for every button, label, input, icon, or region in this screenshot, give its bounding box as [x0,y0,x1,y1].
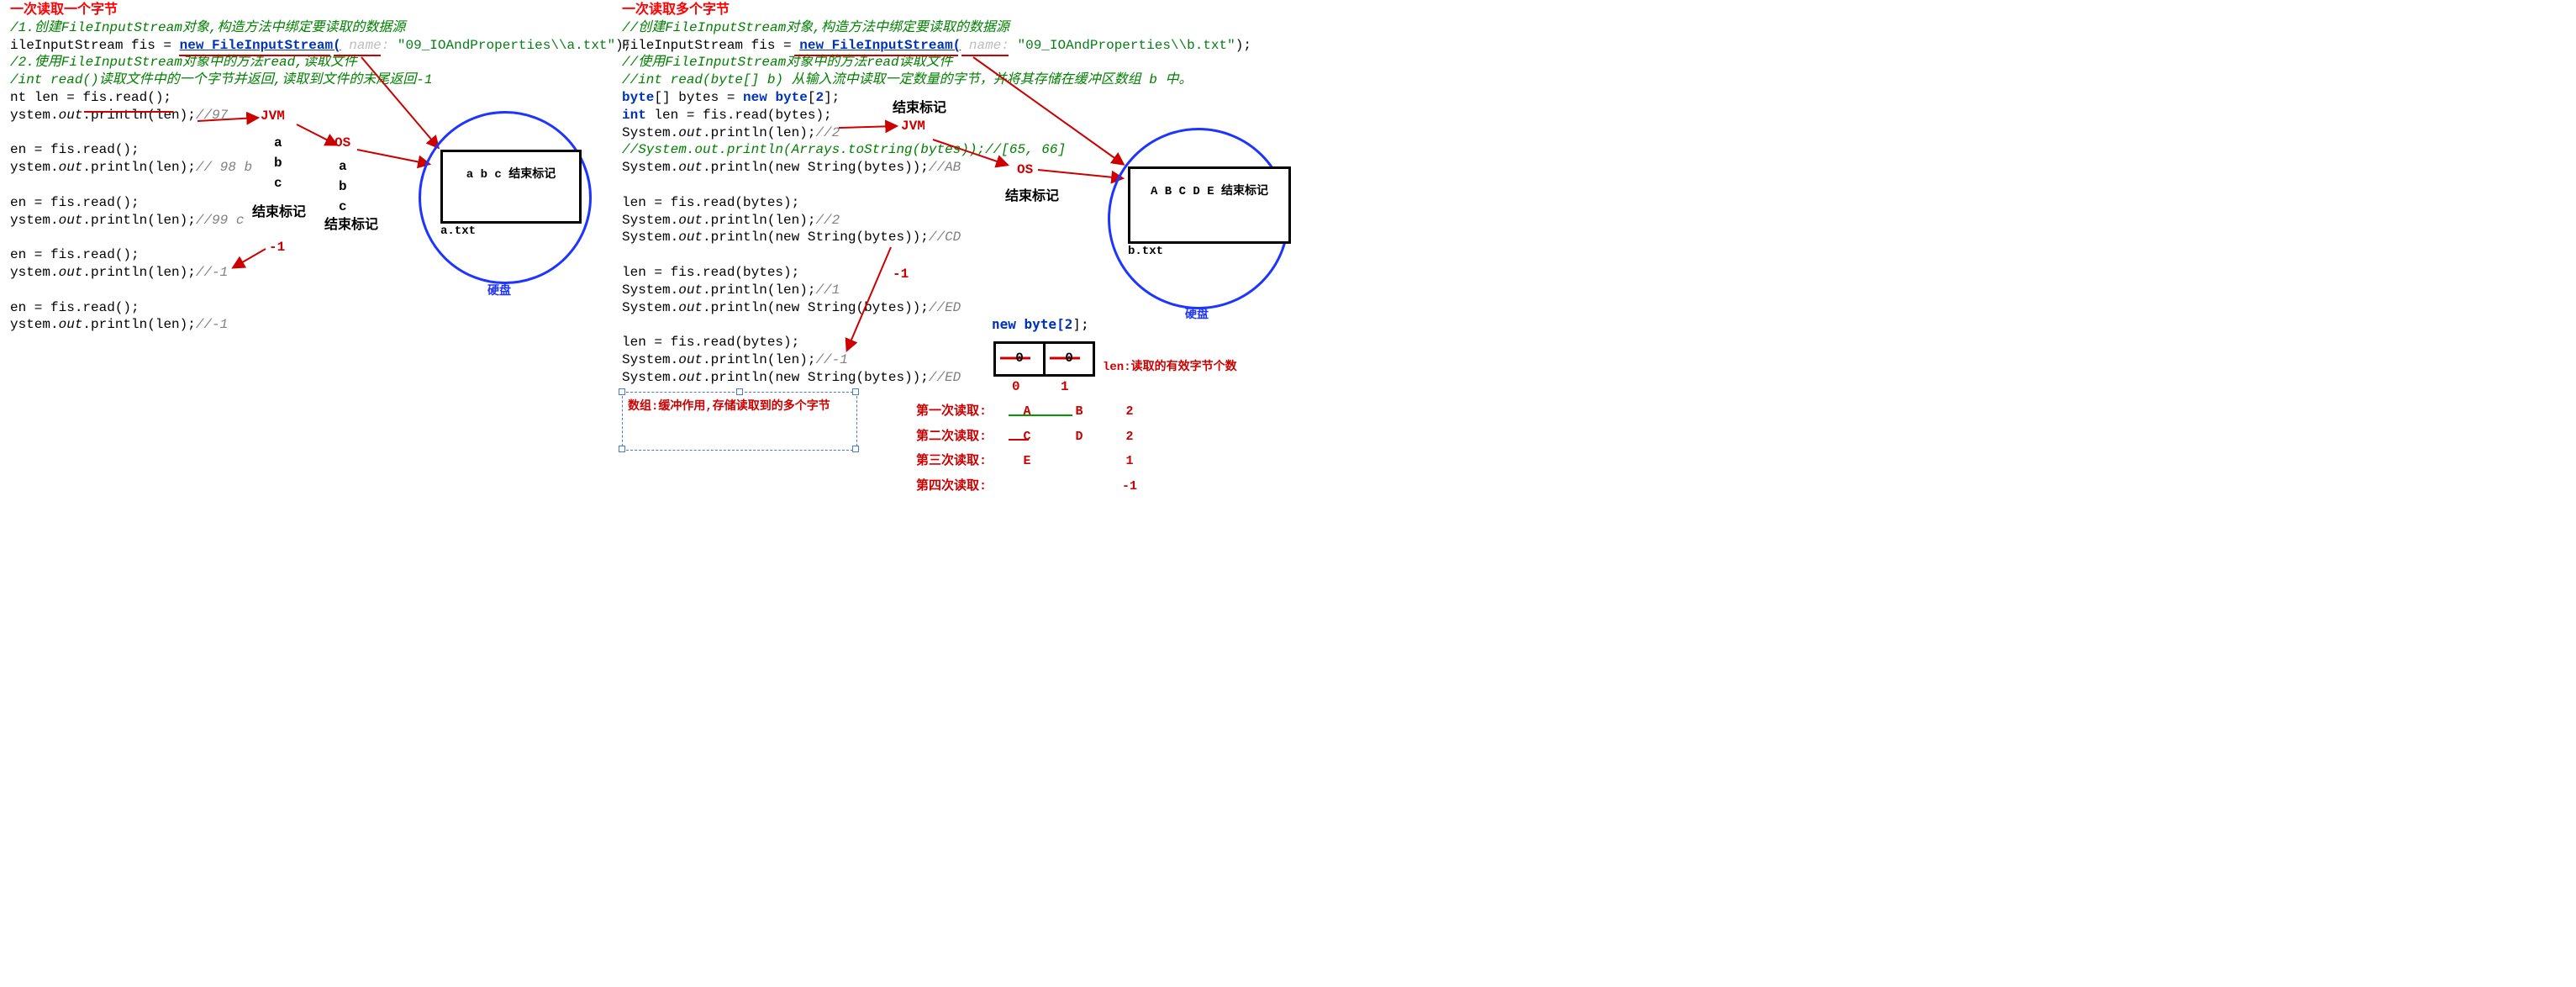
endmark: 结束标记 [252,204,306,222]
endmark: 结束标记 [324,217,378,235]
disk-label: 硬盘 [487,284,511,299]
seq-c: c [274,175,282,193]
jvm-label: JVM [261,108,285,125]
seq-a: a [339,158,347,176]
code: FileInputStream fis = new FileInputStrea… [622,37,1311,55]
code: len = fis.read(bytes); [622,334,1311,351]
code: nt len = fis.read(); [10,89,615,107]
neg1: -1 [269,239,285,256]
os-label: OS [1017,161,1033,179]
disk-label: 硬盘 [1185,308,1209,323]
left-title: 一次读取一个字节 [10,2,615,19]
comment: /1.创建FileInputStream对象,构造方法中绑定要读取的数据源 [10,19,615,37]
file-name: b.txt [1128,244,1163,259]
comment: //创建FileInputStream对象,构造方法中绑定要读取的数据源 [622,19,1311,37]
len-label: len:读取的有效字节个数 [1103,360,1237,375]
endmark: 结束标记 [893,100,946,118]
diagram-page: 一次读取一个字节 /1.创建FileInputStream对象,构造方法中绑定要… [0,0,1311,502]
os-label: OS [335,135,350,152]
comment: /2.使用FileInputStream对象中的方法read,读取文件 [10,54,615,71]
reads-table: 第一次读取: A B 2 第二次读取: C D 2 第三次读取: E 1 第四次… [916,404,1146,494]
handle [852,388,859,395]
byte-table: 0 0 [993,341,1095,377]
seq-c: c [339,198,347,216]
file-name: a.txt [440,224,476,239]
code: int len = fis.read(bytes); [622,107,1311,124]
seq-b: b [339,178,347,196]
file-box: A B C D E 结束标记 [1128,166,1291,244]
idx: 0 [1012,378,1020,396]
code: byte[] bytes = new byte[2]; [622,89,1311,107]
comment: //使用FileInputStream对象中的方法read读取文件 [622,54,1311,71]
handle [736,388,743,395]
handle [619,388,625,395]
right-title: 一次读取多个字节 [622,2,1311,19]
file-box: a b c 结束标记 [440,150,582,224]
jvm-label: JVM [901,118,925,135]
code: ystem.out.println(len);//-1 [10,316,615,334]
code: ileInputStream fis = new FileInputStream… [10,37,615,55]
code: en = fis.read(); [10,299,615,317]
note-box: 数组:缓冲作用,存储读取到的多个字节 [622,392,857,451]
comment: //int read(byte[] b) 从输入流中读取一定数量的字节，并将其存… [622,71,1311,89]
endmark: 结束标记 [1005,188,1059,206]
neg1: -1 [893,266,909,283]
seq-a: a [274,135,282,152]
handle [619,446,625,452]
idx: 1 [1061,378,1069,396]
new-byte-code: new byte[2]; [992,316,1089,334]
comment: /int read()读取文件中的一个字节并返回,读取到文件的末尾返回-1 [10,71,615,89]
handle [852,446,859,452]
seq-b: b [274,155,282,172]
